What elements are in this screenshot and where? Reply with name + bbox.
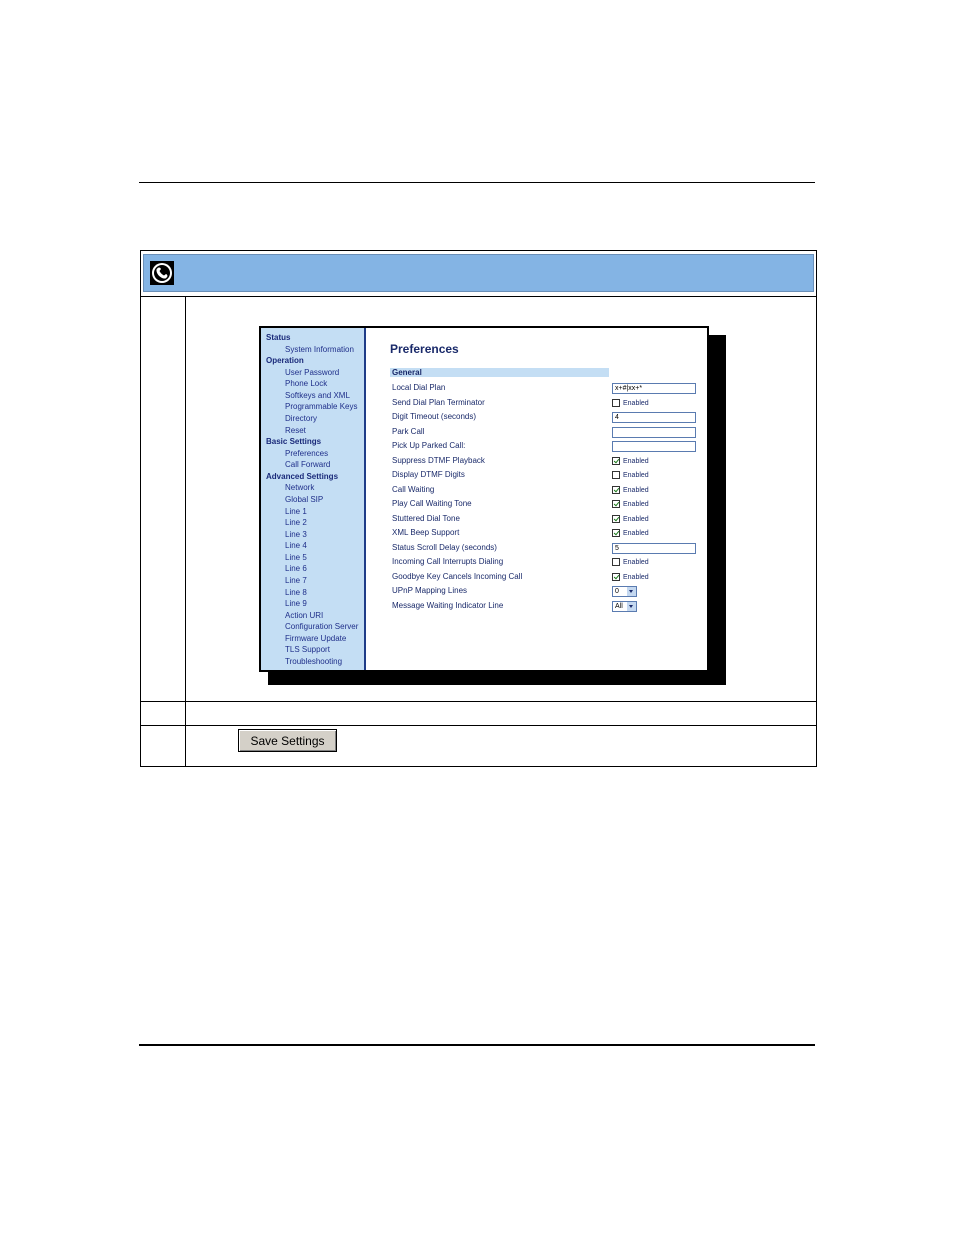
- top-rule: [139, 182, 815, 183]
- setting-label: XML Beep Support: [392, 528, 460, 537]
- setting-text-input[interactable]: x+#|xx+*: [612, 383, 696, 394]
- sidebar-item[interactable]: Line 8: [285, 588, 307, 598]
- setting-label: Park Call: [392, 426, 425, 436]
- sidebar-item[interactable]: Line 6: [285, 564, 307, 574]
- sidebar-item[interactable]: Line 1: [285, 507, 307, 517]
- sidebar-item[interactable]: User Password: [285, 368, 339, 378]
- setting-label: Send Dial Plan Terminator: [392, 397, 485, 407]
- sidebar-item[interactable]: Line 3: [285, 530, 307, 540]
- sidebar-item[interactable]: Line 9: [285, 599, 307, 609]
- sidebar-section: Basic Settings: [266, 437, 322, 447]
- setting-label: Incoming Call Interrupts Dialing: [392, 557, 504, 566]
- setting-text-input[interactable]: 5: [612, 542, 696, 554]
- enabled-checkbox[interactable]: [612, 529, 620, 537]
- checkbox-label: Enabled: [623, 472, 649, 479]
- setting-text-input[interactable]: 4: [612, 412, 696, 423]
- setting-label: Stuttered Dial Tone: [392, 513, 460, 523]
- checkbox-label: Enabled: [623, 573, 649, 581]
- sidebar-item[interactable]: Softkeys and XML: [285, 391, 350, 401]
- sidebar-section: Operation: [266, 356, 304, 366]
- step-number-column-divider: [185, 297, 186, 767]
- sidebar-item[interactable]: Line 2: [285, 518, 307, 528]
- enabled-checkbox[interactable]: [612, 485, 620, 494]
- select-value: All: [615, 602, 623, 610]
- preferences-panel: Preferences General Local Dial Plan x+#|x…: [366, 328, 707, 670]
- sidebar-item[interactable]: Line 7: [285, 576, 307, 586]
- setting-label: Call Waiting: [392, 484, 435, 494]
- web-ui-screenshot: Status System Information Operation User Pa…: [259, 326, 709, 672]
- setting-label: Message Waiting Indicator Line: [392, 600, 504, 610]
- enabled-checkbox[interactable]: [612, 398, 620, 407]
- sidebar-item[interactable]: Line 4: [285, 541, 307, 551]
- sidebar-item[interactable]: Firmware Update: [285, 634, 346, 644]
- sidebar-item[interactable]: Call Forward: [285, 460, 330, 470]
- sidebar-item[interactable]: Line 5: [285, 553, 307, 563]
- checkbox-label: Enabled: [623, 515, 649, 523]
- row-divider: [141, 725, 816, 726]
- sidebar-nav: Status System Information Operation User Pa…: [261, 328, 366, 670]
- sidebar-item[interactable]: Configuration Server: [285, 622, 358, 632]
- enabled-checkbox[interactable]: [612, 572, 620, 581]
- setting-label: Local Dial Plan: [392, 383, 446, 392]
- enabled-checkbox[interactable]: [612, 456, 620, 465]
- setting-label: Goodbye Key Cancels Incoming Call: [392, 571, 523, 581]
- sidebar-item[interactable]: Troubleshooting: [285, 657, 342, 667]
- bottom-rule: [139, 1044, 815, 1046]
- setting-label: Digit Timeout (seconds): [392, 412, 477, 421]
- globe-phone-icon: [150, 261, 174, 285]
- setting-label: Status Scroll Delay (seconds): [392, 542, 497, 552]
- setting-text-input[interactable]: [612, 426, 696, 438]
- select-value: 0: [615, 588, 619, 595]
- page-title: Preferences: [390, 342, 459, 356]
- checkbox-label: Enabled: [623, 457, 649, 465]
- enabled-checkbox[interactable]: [612, 514, 620, 523]
- sidebar-item[interactable]: Preferences: [285, 449, 328, 459]
- sidebar-item[interactable]: TLS Support: [285, 645, 330, 655]
- sidebar-section: Advanced Settings: [266, 471, 339, 481]
- checkbox-label: Enabled: [623, 399, 649, 407]
- setting-text-input[interactable]: [612, 441, 696, 452]
- setting-label: Pick Up Parked Call:: [392, 441, 466, 450]
- header-divider: [141, 296, 816, 297]
- sidebar-item[interactable]: Phone Lock: [285, 379, 327, 389]
- setting-label: UPnP Mapping Lines: [392, 586, 468, 595]
- sidebar-item[interactable]: Programmable Keys: [285, 402, 357, 412]
- checkbox-label: Enabled: [623, 530, 649, 537]
- setting-select[interactable]: 0: [612, 586, 637, 597]
- setting-label: Suppress DTMF Playback: [392, 455, 485, 465]
- sidebar-item[interactable]: Directory: [285, 414, 317, 424]
- setting-select[interactable]: All: [612, 600, 637, 612]
- checkbox-label: Enabled: [623, 559, 649, 566]
- procedure-header-bar: [143, 254, 814, 292]
- row-divider: [141, 701, 816, 702]
- setting-label: Play Call Waiting Tone: [392, 499, 472, 508]
- sidebar-item[interactable]: Reset: [285, 426, 306, 436]
- chevron-down-icon[interactable]: [627, 601, 636, 611]
- chevron-down-icon[interactable]: [627, 587, 636, 596]
- sidebar-section: Status: [266, 333, 291, 342]
- enabled-checkbox[interactable]: [612, 558, 620, 566]
- checkbox-label: Enabled: [623, 501, 649, 508]
- enabled-checkbox[interactable]: [612, 500, 620, 508]
- save-settings-button[interactable]: Save Settings: [238, 729, 337, 752]
- checkbox-label: Enabled: [623, 486, 649, 494]
- sidebar-item[interactable]: Network: [285, 483, 314, 493]
- sidebar-item[interactable]: System Information: [285, 345, 354, 355]
- section-header-general: General: [390, 368, 609, 377]
- sidebar-item[interactable]: Action URI: [285, 611, 323, 621]
- sidebar-item[interactable]: Global SIP: [285, 495, 323, 505]
- enabled-checkbox[interactable]: [612, 471, 620, 479]
- setting-label: Display DTMF Digits: [392, 470, 465, 479]
